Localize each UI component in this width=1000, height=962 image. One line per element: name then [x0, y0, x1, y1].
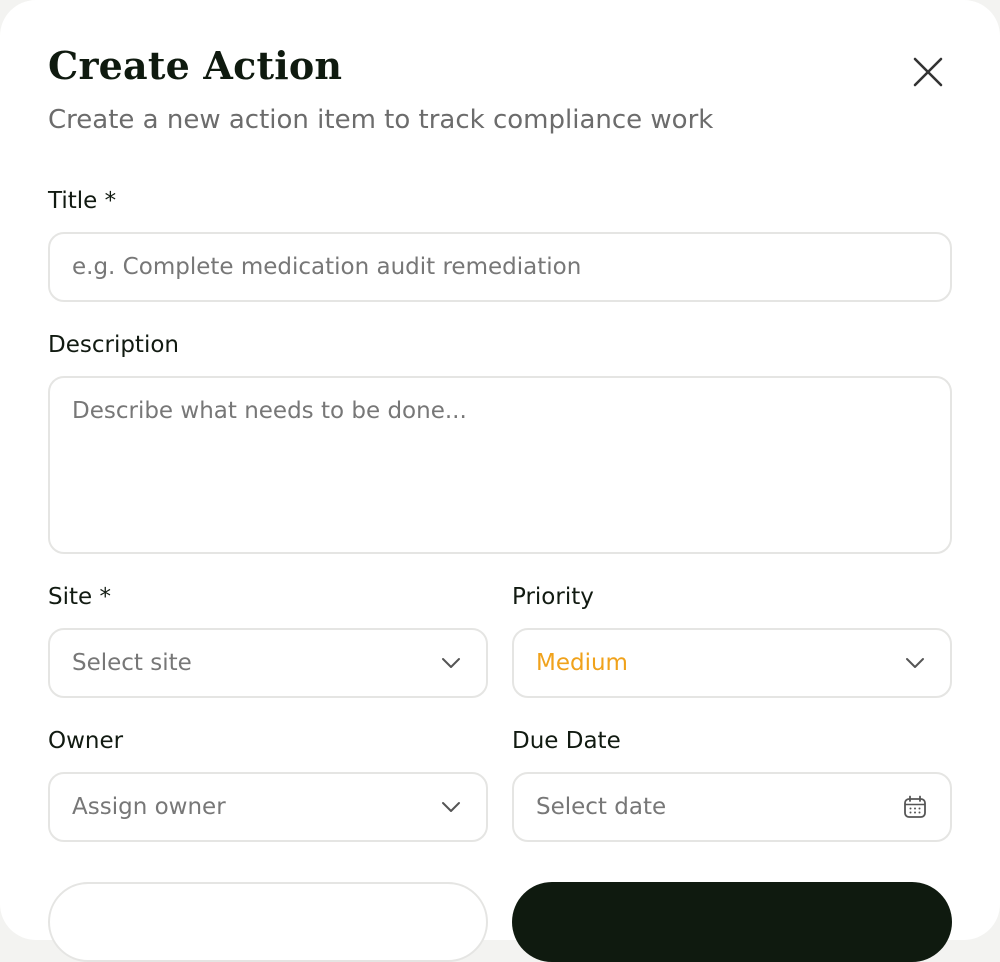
- title-input[interactable]: e.g. Complete medication audit remediati…: [48, 232, 952, 302]
- create-action-dialog: Create Action Create a new action item t…: [0, 0, 1000, 962]
- title-placeholder: e.g. Complete medication audit remediati…: [72, 254, 582, 280]
- description-label: Description: [48, 332, 179, 358]
- priority-select[interactable]: Medium: [512, 628, 952, 698]
- description-textarea[interactable]: Describe what needs to be done...: [48, 376, 952, 554]
- chevron-down-icon: [438, 794, 464, 820]
- site-select[interactable]: Select site: [48, 628, 488, 698]
- priority-select-value: Medium: [536, 650, 628, 676]
- dialog-title: Create Action: [48, 43, 343, 88]
- cancel-button[interactable]: [48, 882, 488, 962]
- chevron-down-icon: [902, 650, 928, 676]
- description-placeholder: Describe what needs to be done...: [72, 398, 467, 424]
- dialog-subtitle: Create a new action item to track compli…: [48, 105, 714, 135]
- owner-select[interactable]: Assign owner: [48, 772, 488, 842]
- owner-select-value: Assign owner: [72, 794, 226, 820]
- chevron-down-icon: [438, 650, 464, 676]
- site-select-value: Select site: [72, 650, 192, 676]
- calendar-icon[interactable]: [902, 794, 928, 820]
- close-button[interactable]: [906, 50, 950, 94]
- due-date-label: Due Date: [512, 728, 621, 754]
- owner-label: Owner: [48, 728, 124, 754]
- title-label: Title *: [48, 188, 117, 214]
- create-action-button[interactable]: [512, 882, 952, 962]
- due-date-value: Select date: [536, 794, 667, 820]
- due-date-input[interactable]: Select date: [512, 772, 952, 842]
- site-label: Site *: [48, 584, 111, 610]
- close-icon: [913, 57, 943, 87]
- priority-label: Priority: [512, 584, 594, 610]
